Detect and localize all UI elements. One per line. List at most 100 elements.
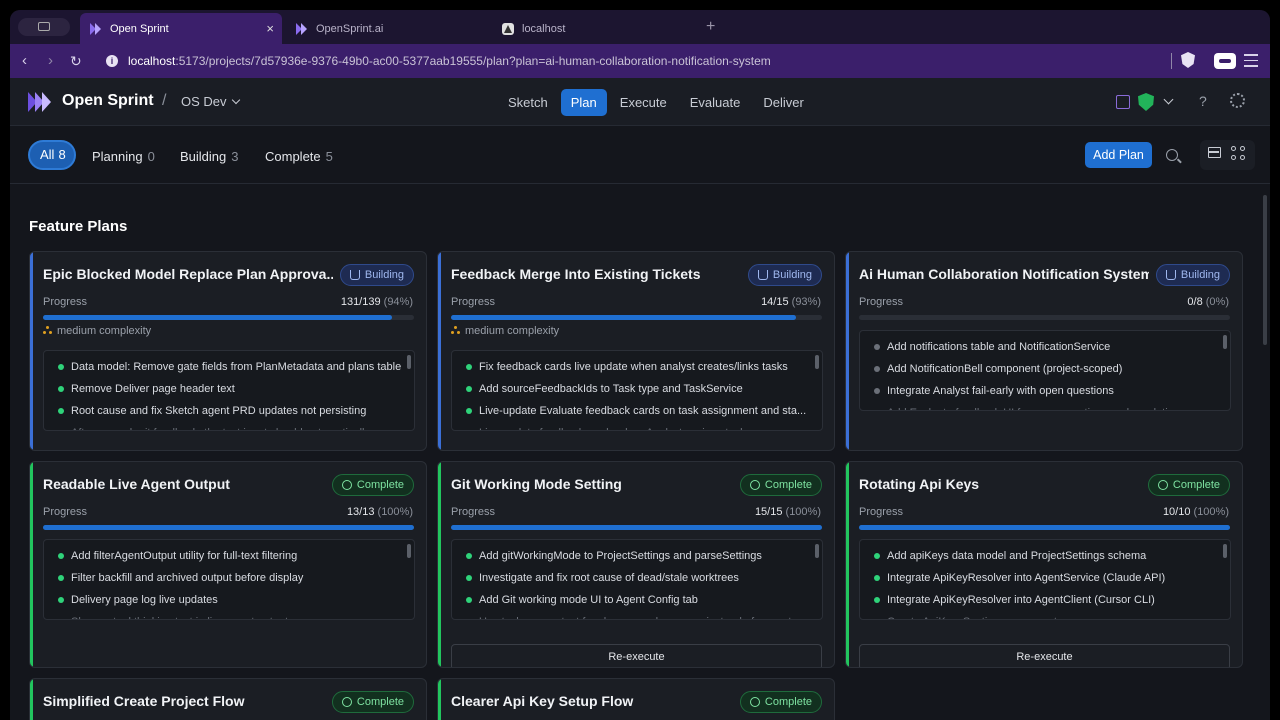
filter-count: 5 (325, 149, 333, 164)
task-item: Filter backfill and archived output befo… (44, 570, 414, 592)
status-badge: Complete (1147, 474, 1230, 496)
extension-icon[interactable] (1214, 53, 1236, 69)
task-item: Root cause and fix Sketch agent PRD upda… (44, 403, 414, 425)
breadcrumb-separator: / (162, 92, 167, 109)
progress-value: 131/139 (94%) (341, 296, 413, 308)
help-icon[interactable]: ? (1199, 93, 1207, 109)
status-badge: Building (339, 264, 414, 286)
re-execute-button[interactable]: Re-execute (859, 644, 1230, 667)
plan-card[interactable]: Feedback Merge Into Existing Tickets Buil… (437, 251, 835, 451)
chevron-down-icon[interactable] (1163, 94, 1174, 105)
filter-all[interactable]: All 8 (28, 140, 76, 170)
task-list[interactable]: Data model: Remove gate fields from Plan… (43, 350, 415, 431)
progress-bar (43, 525, 414, 530)
flask-icon (757, 270, 768, 280)
task-item: Add notifications table and Notification… (860, 339, 1230, 361)
url-host: localhost (128, 54, 176, 68)
back-icon[interactable]: ‹ (22, 52, 27, 69)
nav-tab-plan[interactable]: Plan (560, 89, 607, 116)
plan-card[interactable]: Simplified Create Project Flow Complete (29, 678, 427, 720)
url-path: :5173/projects/7d57936e-9376-49b0-ac00-5… (175, 54, 771, 68)
nav-tab-execute[interactable]: Execute (610, 89, 677, 116)
url-field[interactable]: localhost:5173/projects/7d57936e-9376-49… (128, 54, 771, 68)
status-accent-bar (30, 252, 33, 450)
plan-title: Clearer Api Key Setup Flow (451, 693, 634, 709)
page-scrollbar[interactable] (1263, 195, 1267, 345)
add-plan-button[interactable]: Add Plan (1085, 142, 1152, 168)
progress-percent: (93%) (791, 296, 821, 308)
filter-planning[interactable]: Planning 0 (92, 149, 155, 164)
progress-label: Progress (43, 506, 88, 518)
plan-title: Rotating Api Keys (859, 476, 980, 492)
progress-value: 15/15 (100%) (755, 506, 821, 518)
nav-tab-sketch[interactable]: Sketch (498, 89, 558, 116)
open-sprint-favicon-icon (90, 22, 101, 35)
plan-card[interactable]: Git Working Mode Setting Complete Progress… (437, 461, 835, 668)
task-list[interactable]: Add notifications table and Notification… (859, 330, 1231, 411)
complexity-label: medium complexity (43, 325, 151, 337)
filter-building[interactable]: Building 3 (180, 149, 239, 164)
status-label: Complete (1172, 479, 1220, 491)
task-item: Use task run context for cleanup and rec… (452, 614, 822, 619)
sidebar-toggle-button[interactable] (18, 18, 70, 36)
progress-fill (859, 525, 1230, 530)
coffee-icon[interactable] (1116, 95, 1130, 109)
task-list[interactable]: Add gitWorkingMode to ProjectSettings an… (451, 539, 823, 620)
status-label: Complete (764, 696, 812, 708)
card-view-icon[interactable] (1208, 147, 1221, 158)
plan-card[interactable]: Readable Live Agent Output Complete Progre… (29, 461, 427, 668)
task-item: Investigate and fix root cause of dead/s… (452, 570, 822, 592)
reload-icon[interactable]: ↻ (70, 53, 82, 70)
status-accent-bar (30, 462, 33, 667)
shield-check-icon[interactable] (1138, 93, 1154, 111)
filter-count: 3 (231, 149, 239, 164)
task-item: Integrate ApiKeyResolver into AgentClien… (860, 592, 1230, 614)
task-item: Remove Deliver page header text (44, 381, 414, 403)
task-item: Add filterAgentOutput utility for full-t… (44, 548, 414, 570)
brave-shield-icon[interactable] (1181, 52, 1195, 68)
project-selector[interactable]: OS Dev (181, 94, 240, 109)
progress-fill (451, 315, 797, 320)
new-tab-button[interactable]: + (706, 18, 715, 36)
search-icon[interactable] (1166, 149, 1178, 161)
forward-icon[interactable]: › (48, 52, 53, 69)
status-accent-bar (30, 679, 33, 720)
brand-name[interactable]: Open Sprint (62, 92, 154, 110)
browser-menu-icon[interactable] (1244, 54, 1258, 71)
flask-icon (1165, 270, 1176, 280)
status-badge: Complete (739, 691, 822, 713)
open-sprint-logo-icon[interactable] (28, 92, 52, 112)
graph-view-icon[interactable] (1231, 146, 1247, 162)
task-list[interactable]: Add apiKeys data model and ProjectSettin… (859, 539, 1231, 620)
nav-tab-evaluate[interactable]: Evaluate (680, 89, 751, 116)
view-toggle (1200, 140, 1255, 170)
complexity-text: medium complexity (57, 325, 152, 337)
progress-percent: (100%) (1193, 506, 1229, 518)
plan-card[interactable]: Ai Human Collaboration Notification Syst… (845, 251, 1243, 451)
task-list[interactable]: Add filterAgentOutput utility for full-t… (43, 539, 415, 620)
plan-card[interactable]: Epic Blocked Model Replace Plan Approva.… (29, 251, 427, 451)
phase-nav: Sketch Plan Execute Evaluate Deliver (498, 89, 817, 116)
browser-tab-localhost[interactable]: localhost (502, 13, 702, 44)
plan-card[interactable]: Clearer Api Key Setup Flow Complete (437, 678, 835, 720)
progress-count: 10/10 (1162, 506, 1191, 518)
check-circle-icon (341, 697, 352, 707)
plan-title: Git Working Mode Setting (451, 476, 622, 492)
filter-complete[interactable]: Complete 5 (265, 149, 333, 164)
site-info-icon[interactable]: i (106, 55, 118, 67)
task-item: Add gitWorkingMode to ProjectSettings an… (452, 548, 822, 570)
close-tab-icon[interactable]: × (266, 21, 274, 36)
plan-card[interactable]: Rotating Api Keys Complete Progress 10/10 (… (845, 461, 1243, 668)
task-list[interactable]: Fix feedback cards live update when anal… (451, 350, 823, 431)
nav-tab-deliver[interactable]: Deliver (753, 89, 813, 116)
progress-percent: (100%) (377, 506, 413, 518)
status-badge: Building (747, 264, 822, 286)
re-execute-button[interactable]: Re-execute (451, 644, 822, 667)
browser-tab-open-sprint[interactable]: Open Sprint × (80, 13, 282, 44)
gear-icon[interactable] (1230, 93, 1245, 108)
plan-title: Feedback Merge Into Existing Tickets (451, 266, 701, 282)
task-item: Add Evaluate feedback UI for open questi… (860, 405, 1230, 410)
filter-label: Complete (265, 149, 321, 164)
browser-tab-opensprint-ai[interactable]: OpenSprint.ai (296, 13, 496, 44)
browser-window: Open Sprint × OpenSprint.ai localhost + … (10, 10, 1270, 720)
